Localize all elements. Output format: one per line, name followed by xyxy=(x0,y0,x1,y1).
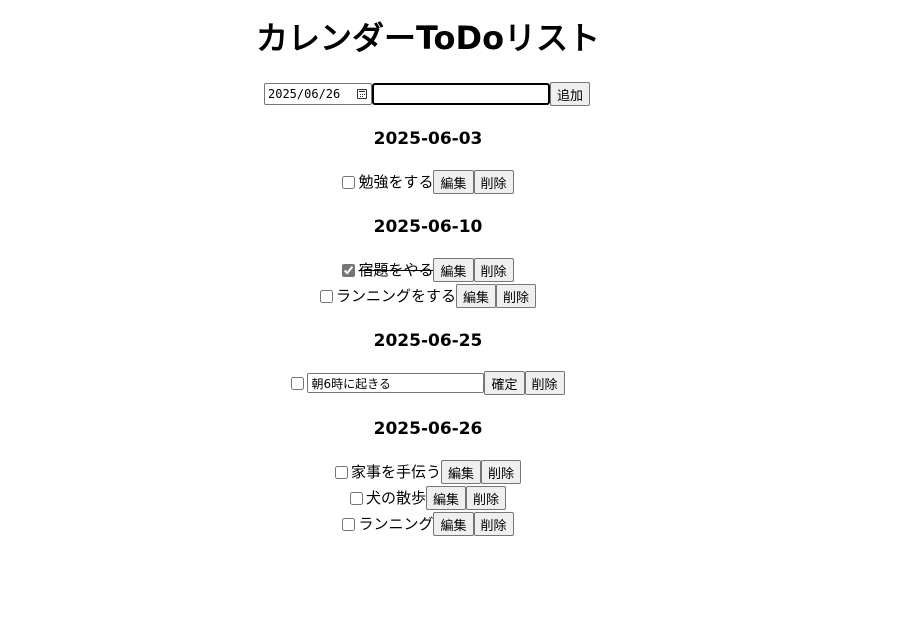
todo-text: 家事を手伝う xyxy=(350,463,441,481)
edit-button[interactable]: 編集 xyxy=(455,284,496,308)
todo-app: カレンダーToDoリスト 2025/06/26 追加 2025-06-03 勉強… xyxy=(0,0,907,633)
delete-button[interactable]: 削除 xyxy=(473,512,514,536)
date-heading: 2025-06-03 xyxy=(373,129,483,149)
date-heading: 2025-06-26 xyxy=(373,419,483,439)
todo-item: 確定 削除 xyxy=(0,371,856,395)
add-todo-form: 2025/06/26 追加 xyxy=(264,82,591,106)
calendar-icon[interactable] xyxy=(357,89,367,99)
add-button[interactable]: 追加 xyxy=(550,82,591,106)
todo-edit-input[interactable] xyxy=(307,373,485,393)
todo-item: ランニング 編集 削除 xyxy=(0,512,856,536)
todo-item: ランニングをする 編集 削除 xyxy=(0,284,856,308)
page-title: カレンダーToDoリスト xyxy=(255,19,601,57)
edit-button[interactable]: 編集 xyxy=(433,170,474,194)
todo-checkbox[interactable] xyxy=(342,175,356,189)
todo-item: 犬の散歩 編集 削除 xyxy=(0,486,856,510)
todo-text: 犬の散歩 xyxy=(365,489,426,507)
delete-button[interactable]: 削除 xyxy=(466,486,507,510)
todo-text: ランニングをする xyxy=(335,287,456,305)
todo-checkbox[interactable] xyxy=(342,517,356,531)
todo-checkbox[interactable] xyxy=(349,491,363,505)
confirm-button[interactable]: 確定 xyxy=(484,371,525,395)
date-input-value: 2025/06/26 xyxy=(268,87,341,101)
todo-item: 宿題をやる 編集 削除 xyxy=(0,258,856,282)
todo-checkbox[interactable] xyxy=(319,289,333,303)
delete-button[interactable]: 削除 xyxy=(481,460,522,484)
date-input[interactable]: 2025/06/26 xyxy=(264,83,372,105)
delete-button[interactable]: 削除 xyxy=(524,371,565,395)
todo-text-input[interactable] xyxy=(372,83,550,105)
delete-button[interactable]: 削除 xyxy=(473,258,514,282)
edit-button[interactable]: 編集 xyxy=(433,258,474,282)
todo-checkbox[interactable] xyxy=(334,465,348,479)
edit-button[interactable]: 編集 xyxy=(425,486,466,510)
todo-item: 勉強をする 編集 削除 xyxy=(0,170,856,194)
delete-button[interactable]: 削除 xyxy=(496,284,537,308)
todo-checkbox[interactable] xyxy=(291,376,305,390)
todo-text: ランニング xyxy=(358,515,434,533)
todo-item: 家事を手伝う 編集 削除 xyxy=(0,460,856,484)
date-heading: 2025-06-25 xyxy=(373,331,483,351)
todo-checkbox[interactable] xyxy=(342,263,356,277)
edit-button[interactable]: 編集 xyxy=(440,460,481,484)
todo-text: 宿題をやる xyxy=(358,261,434,279)
edit-button[interactable]: 編集 xyxy=(433,512,474,536)
delete-button[interactable]: 削除 xyxy=(473,170,514,194)
date-heading: 2025-06-10 xyxy=(373,217,483,237)
todo-text: 勉強をする xyxy=(358,173,434,191)
